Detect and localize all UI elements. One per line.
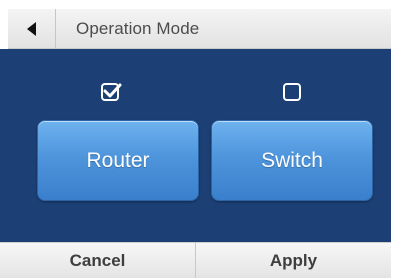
switch-mode-label: Switch (261, 148, 323, 172)
router-checkbox[interactable] (101, 83, 122, 101)
page-title: Operation Mode (76, 18, 200, 38)
back-button[interactable] (8, 9, 56, 48)
header-bar: Operation Mode (8, 9, 391, 49)
action-bar: Cancel Apply (0, 242, 391, 278)
router-mode-label: Router (86, 148, 150, 172)
checkmark-icon (103, 83, 122, 98)
router-mode-button[interactable]: Router (37, 120, 199, 201)
mode-selection-panel: Router Switch (0, 49, 391, 242)
switch-checkbox[interactable] (283, 83, 301, 101)
back-arrow-icon (26, 21, 36, 36)
apply-button[interactable]: Apply (195, 243, 391, 278)
switch-mode-button[interactable]: Switch (211, 120, 373, 201)
cancel-button[interactable]: Cancel (0, 243, 195, 278)
cancel-label: Cancel (69, 250, 126, 270)
operation-mode-screen: Operation Mode Router Switch Cancel Appl… (0, 0, 393, 278)
apply-label: Apply (269, 250, 318, 270)
